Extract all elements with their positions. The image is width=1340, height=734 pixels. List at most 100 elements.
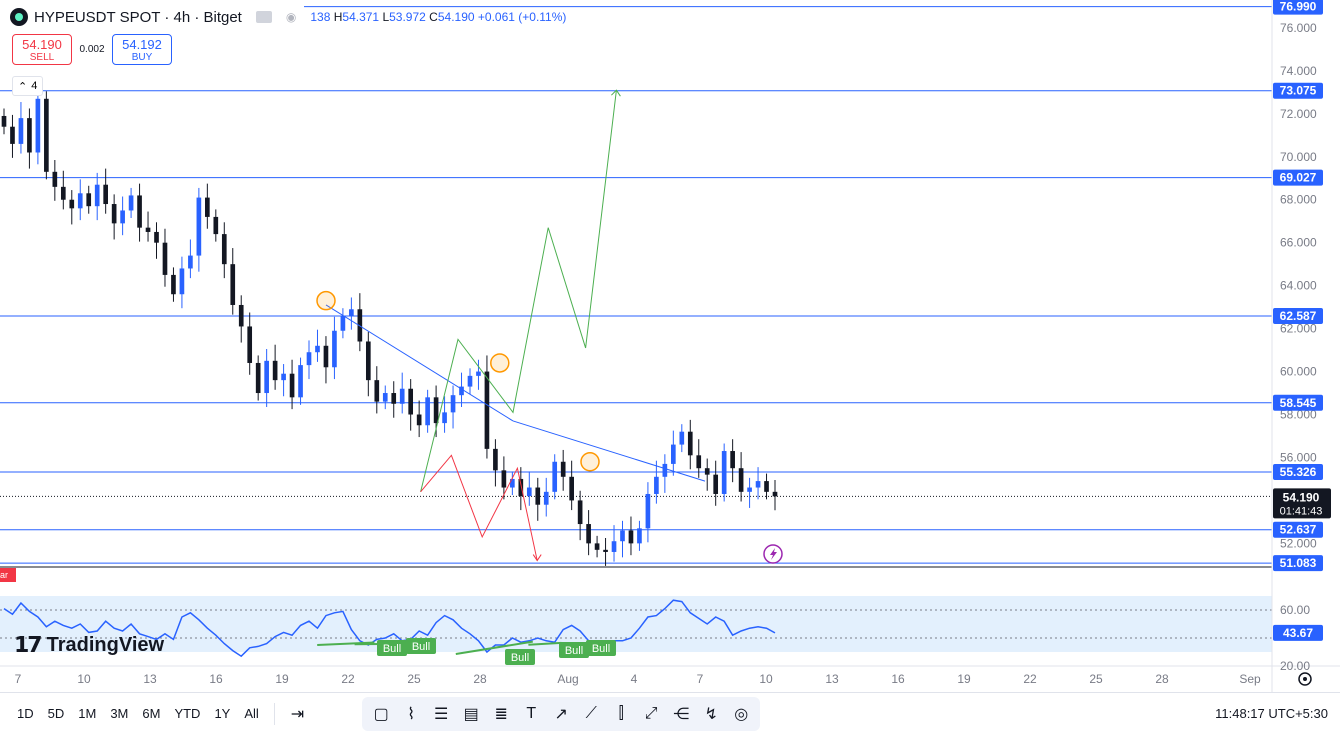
candle-body — [111, 204, 117, 224]
chart-canvas[interactable]: Bull Bull Bull Bull Bull 76.000 74.000 72.000 7… — [0, 0, 1340, 692]
trade-buttons: 54.190 SELL 0.002 54.192 BUY — [12, 34, 172, 65]
range-3m[interactable]: 3M — [103, 706, 135, 721]
date-range-calendar-icon[interactable]: ⇥ — [283, 704, 312, 724]
indicator-tag[interactable]: ar — [0, 568, 16, 582]
eye-icon[interactable]: ◉ — [286, 10, 296, 24]
alert-icon[interactable] — [763, 544, 783, 564]
candle-body — [52, 171, 58, 187]
parallel-channel-icon[interactable]: ≣ — [488, 701, 514, 727]
clock[interactable]: 11:48:17 UTC+5:30 — [1215, 706, 1328, 721]
pivot-marker-circle[interactable] — [580, 452, 600, 472]
rectangle-tool-icon[interactable]: ▢ — [368, 701, 394, 727]
time-tick-label: 4 — [631, 672, 638, 686]
close-value: 54.190 — [437, 10, 475, 24]
candle-body — [162, 242, 168, 275]
rsi-tick-label: 60.00 — [1280, 603, 1310, 617]
range-5d[interactable]: 5D — [41, 706, 72, 721]
hype-coin-icon — [10, 8, 28, 26]
candle-body — [349, 309, 354, 316]
candle-body — [315, 345, 320, 353]
candle-body — [670, 444, 676, 464]
candle-body — [154, 231, 159, 243]
time-tick-label: 22 — [1023, 672, 1037, 686]
candle-body — [306, 352, 312, 366]
candle-body — [772, 491, 778, 497]
bottom-toolbar: 1D 5D 1M 3M 6M YTD 1Y All ⇥ ▢ ⌇ ☰ ▤ ≣ T … — [0, 692, 1340, 734]
chart-background — [0, 0, 1340, 692]
time-tick-label: 16 — [891, 672, 905, 686]
candle-body — [755, 481, 761, 488]
trendline-tool-icon[interactable]: ⟋ — [578, 701, 604, 727]
range-1d[interactable]: 1D — [10, 706, 41, 721]
indicators-collapse-button[interactable]: ⌃ 4 — [12, 76, 44, 96]
buy-button[interactable]: 54.192 BUY — [112, 34, 172, 65]
candle-body — [408, 388, 414, 415]
time-tick-label: 7 — [15, 672, 22, 686]
candle-body — [60, 186, 66, 200]
brush-tool-icon[interactable]: ↗ — [548, 701, 574, 727]
xabcd-pattern-icon[interactable]: ⤢ — [638, 701, 664, 727]
symbol-info[interactable]: HYPEUSDT SPOT · 4h · Bitget ◉ — [0, 4, 305, 30]
bull-divergence-label[interactable]: Bull — [406, 638, 436, 654]
candle-body — [476, 371, 481, 376]
change-value: +0.061 (+0.11%) — [477, 10, 567, 24]
bull-divergence-label[interactable]: Bull — [586, 640, 616, 656]
path-tool-icon[interactable]: ⌇ — [398, 701, 424, 727]
candle-body — [69, 199, 75, 209]
candle-body — [526, 487, 532, 497]
candle-body — [94, 184, 100, 207]
buy-price: 54.192 — [122, 37, 162, 52]
candle-body — [552, 461, 558, 492]
fib-tool-icon[interactable]: ☰ — [428, 701, 454, 727]
candle-body — [620, 530, 625, 542]
time-tick-label: Sep — [1239, 672, 1261, 686]
range-selector: 1D 5D 1M 3M 6M YTD 1Y All — [10, 706, 266, 721]
time-tick-label: 28 — [473, 672, 487, 686]
candle-body — [594, 543, 600, 550]
candle-body — [340, 315, 346, 331]
price-tick-label: 52.000 — [1280, 536, 1317, 550]
bull-divergence-label[interactable]: Bull — [505, 649, 535, 665]
tradingview-logo-text: TradingView — [46, 633, 165, 656]
candle-body — [628, 530, 634, 544]
pivot-marker-circle[interactable] — [316, 290, 336, 311]
tradingview-logo[interactable]: 𝟭𝟳 TradingView — [14, 632, 164, 658]
candle-body — [323, 345, 329, 368]
sell-button[interactable]: 54.190 SELL — [12, 34, 72, 65]
arrow-tool-icon[interactable]: ↯ — [698, 701, 724, 727]
candle-body — [764, 481, 769, 492]
bull-label-text: Bull — [511, 652, 529, 664]
forecast-tool-icon[interactable]: ⋲ — [668, 701, 694, 727]
legend-bar: HYPEUSDT SPOT · 4h · Bitget ◉ 138 H54.37… — [0, 4, 566, 30]
pivot-marker-circle[interactable] — [490, 353, 510, 373]
time-tick-label: 22 — [341, 672, 355, 686]
candle-body — [281, 373, 286, 381]
drawing-toolbar: ▢ ⌇ ☰ ▤ ≣ T ↗ ⟋ ⫿ ⤢ ⋲ ↯ ◎ — [362, 696, 761, 731]
ellipse-tool-icon[interactable]: ◎ — [728, 701, 754, 727]
candle-body — [679, 431, 685, 445]
bull-divergence-label[interactable]: Bull — [559, 642, 589, 658]
text-tool-icon[interactable]: T — [518, 701, 544, 727]
time-tick-label: 16 — [209, 672, 223, 686]
bar-pattern-icon[interactable]: ⫿ — [608, 701, 634, 727]
long-position-icon[interactable]: ▤ — [458, 701, 484, 727]
candle-body — [35, 98, 41, 153]
toolbar-separator — [273, 702, 275, 725]
bull-divergence-label[interactable]: Bull — [377, 640, 407, 656]
range-6m[interactable]: 6M — [135, 706, 167, 721]
range-1m[interactable]: 1M — [71, 706, 103, 721]
candle-body — [662, 463, 668, 477]
symbol-title[interactable]: HYPEUSDT SPOT · 4h · Bitget — [34, 9, 242, 26]
range-1y[interactable]: 1Y — [207, 706, 237, 721]
candle-body — [332, 330, 337, 368]
range-all[interactable]: All — [237, 706, 265, 721]
symbol-menu-icon[interactable] — [255, 11, 272, 23]
price-level-label: 69.027 — [1280, 171, 1317, 185]
bull-label-text: Bull — [592, 643, 610, 655]
range-ytd[interactable]: YTD — [167, 706, 207, 721]
low-value: 53.972 — [389, 10, 426, 24]
time-tick-label: 7 — [697, 672, 704, 686]
price-tick-label: 66.000 — [1280, 236, 1317, 250]
bull-label-text: Bull — [412, 641, 430, 653]
candle-body — [645, 493, 651, 529]
